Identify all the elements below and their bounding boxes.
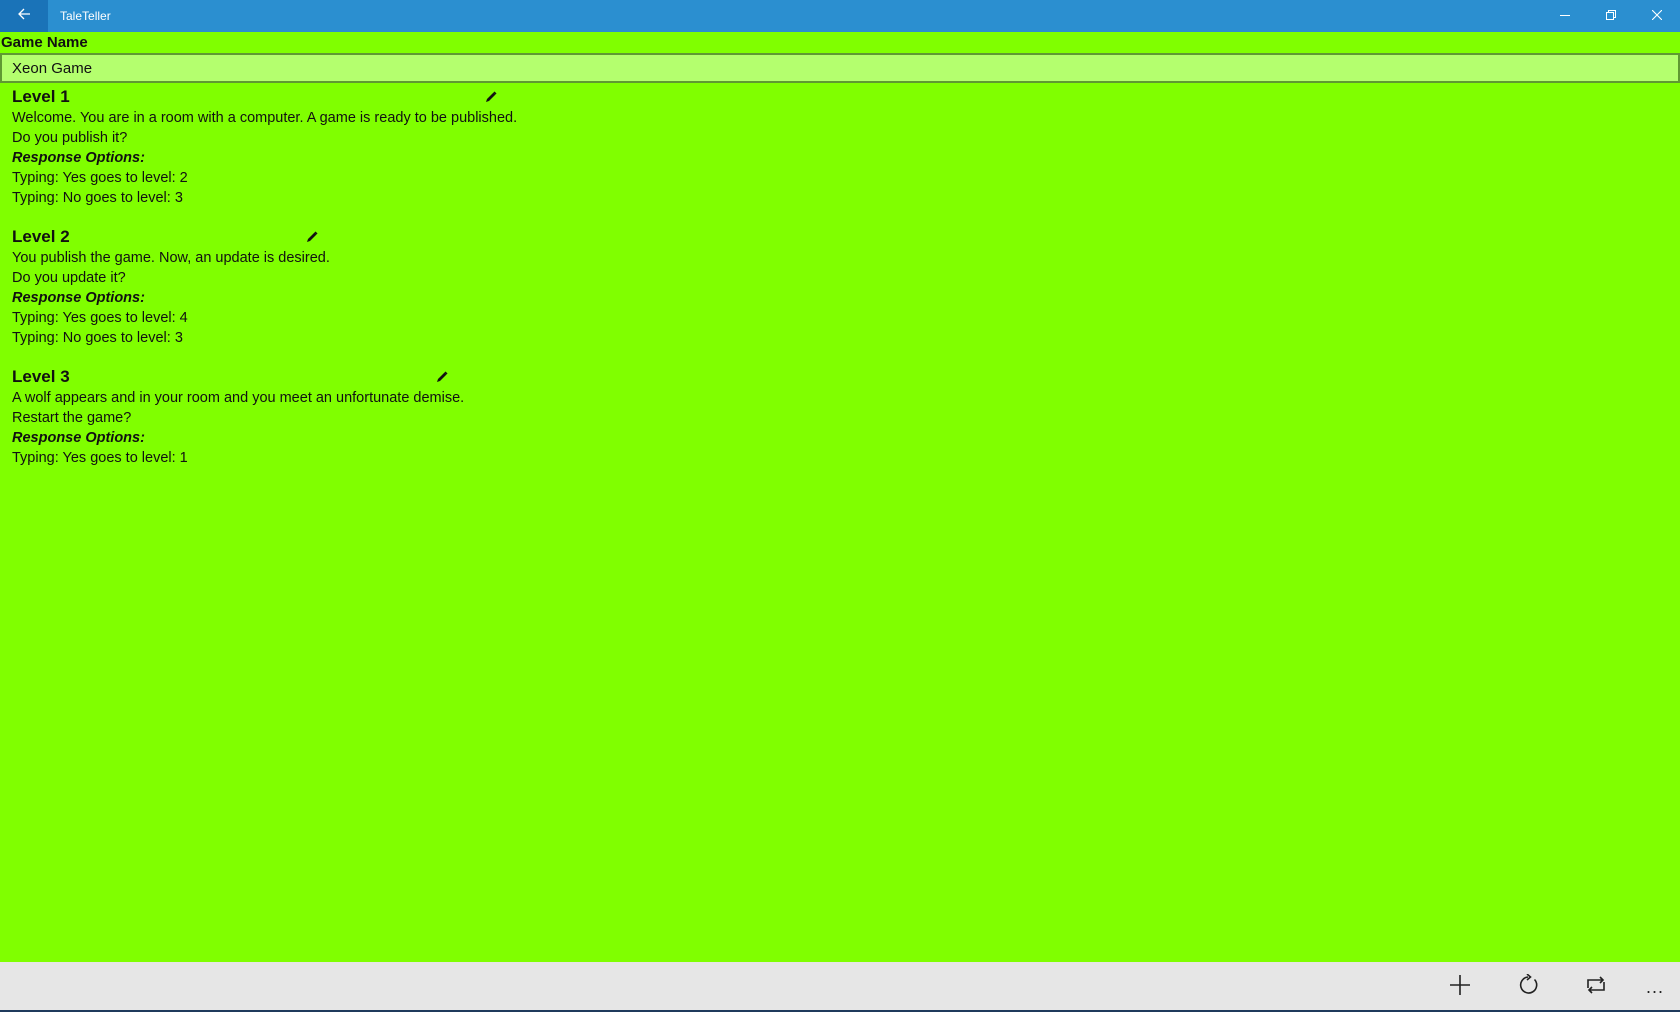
level-item: Level 1 Welcome. You are in a room with … (12, 86, 517, 208)
main-content: Game Name Level 1 Welcome. You are in a … (0, 32, 1680, 962)
title-bar: TaleTeller (0, 0, 1680, 32)
level-text: A wolf appears and in your room and you … (12, 390, 465, 406)
refresh-icon (1517, 972, 1539, 1001)
response-option: Typing: No goes to level: 3 (12, 190, 183, 206)
level-header: Level 2 (12, 226, 517, 248)
command-bar: ... (0, 962, 1680, 1012)
level-text: You publish the game. Now, an update is … (12, 250, 330, 266)
add-icon (1449, 974, 1471, 1001)
back-arrow-icon (17, 7, 31, 26)
refresh-button[interactable] (1494, 962, 1562, 1012)
level-title: Level 3 (12, 367, 70, 386)
repeat-icon (1585, 974, 1607, 1001)
response-option: Typing: Yes goes to level: 1 (12, 450, 188, 466)
response-options-label: Response Options: (12, 290, 145, 306)
back-button[interactable] (0, 0, 48, 32)
level-item: Level 3 A wolf appears and in your room … (12, 366, 517, 468)
minimize-button[interactable] (1542, 0, 1588, 32)
command-bar-buttons: ... (1426, 962, 1680, 1012)
level-title: Level 2 (12, 227, 70, 246)
pencil-icon[interactable] (483, 89, 499, 105)
app-title: TaleTeller (60, 9, 111, 23)
response-option: Typing: Yes goes to level: 4 (12, 310, 188, 326)
game-name-input[interactable] (0, 53, 1680, 83)
response-option: Typing: Yes goes to level: 2 (12, 170, 188, 186)
pencil-icon[interactable] (304, 229, 320, 245)
restore-icon (1606, 7, 1616, 25)
add-button[interactable] (1426, 962, 1494, 1012)
window-controls (1542, 0, 1680, 32)
game-name-label: Game Name (1, 34, 88, 51)
close-icon (1651, 7, 1663, 25)
level-title: Level 1 (12, 87, 70, 106)
level-header: Level 3 (12, 366, 517, 388)
response-options-label: Response Options: (12, 430, 145, 446)
minimize-icon (1560, 7, 1570, 25)
response-option: Typing: No goes to level: 3 (12, 330, 183, 346)
level-question: Restart the game? (12, 410, 132, 426)
level-text: Welcome. You are in a room with a comput… (12, 110, 518, 126)
level-header: Level 1 (12, 86, 517, 108)
more-options-button[interactable]: ... (1630, 962, 1680, 1012)
response-options-label: Response Options: (12, 150, 145, 166)
repeat-button[interactable] (1562, 962, 1630, 1012)
pencil-icon[interactable] (434, 369, 450, 385)
close-button[interactable] (1634, 0, 1680, 32)
restore-button[interactable] (1588, 0, 1634, 32)
level-question: Do you publish it? (12, 130, 128, 146)
level-item: Level 2 You publish the game. Now, an up… (12, 226, 517, 348)
level-question: Do you update it? (12, 270, 126, 286)
levels-list: Level 1 Welcome. You are in a room with … (12, 86, 517, 486)
